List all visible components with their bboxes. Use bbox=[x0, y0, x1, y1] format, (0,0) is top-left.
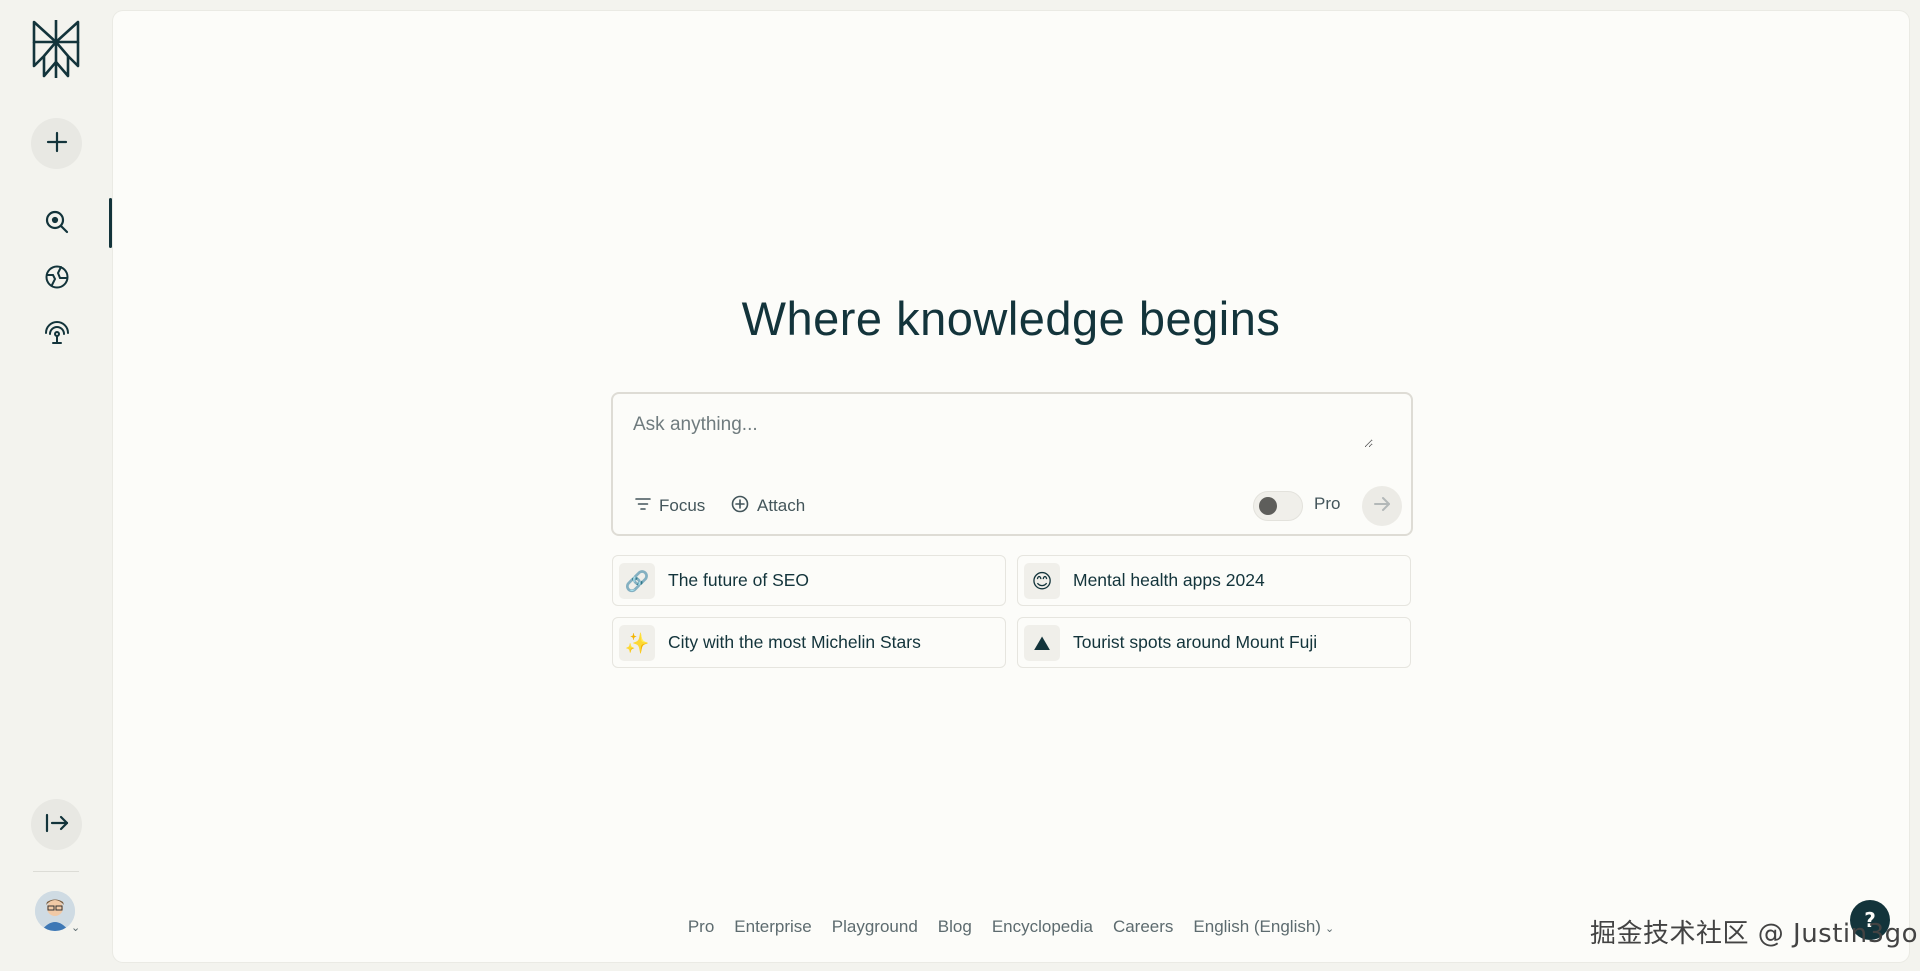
pro-toggle[interactable] bbox=[1253, 491, 1303, 521]
sidebar-item-discover[interactable] bbox=[36, 258, 77, 299]
mountain-icon: ⛰ bbox=[1024, 624, 1060, 661]
attach-button[interactable]: Attach bbox=[731, 492, 805, 520]
main-panel: Where knowledge begins Focus Attach Pro … bbox=[113, 11, 1909, 962]
chevron-down-icon: ⌄ bbox=[1324, 923, 1335, 935]
smile-icon: 😊 bbox=[1024, 562, 1060, 599]
footer-link-careers[interactable]: Careers bbox=[1113, 917, 1173, 941]
footer-link-enterprise[interactable]: Enterprise bbox=[734, 917, 811, 941]
language-label: English (English) bbox=[1193, 917, 1321, 936]
chevron-down-icon[interactable]: ⌄ bbox=[71, 921, 80, 934]
focus-button[interactable]: Focus bbox=[635, 492, 705, 520]
ask-box: Focus Attach Pro bbox=[611, 392, 1413, 536]
submit-button[interactable] bbox=[1362, 486, 1402, 526]
suggestion-item[interactable]: ✨ City with the most Michelin Stars bbox=[612, 617, 1006, 668]
sparkle-icon: ✨ bbox=[619, 624, 655, 661]
filter-icon bbox=[635, 496, 651, 516]
page-title: Where knowledge begins bbox=[741, 292, 1281, 345]
expand-sidebar-button[interactable] bbox=[31, 799, 82, 850]
suggestion-label: Tourist spots around Mount Fuji bbox=[1073, 632, 1318, 652]
footer-link-playground[interactable]: Playground bbox=[832, 917, 918, 941]
focus-label: Focus bbox=[659, 496, 706, 515]
attach-label: Attach bbox=[757, 496, 806, 515]
pro-label: Pro bbox=[1314, 494, 1341, 513]
language-selector[interactable]: English (English) ⌄ bbox=[1193, 917, 1334, 941]
footer-link-encyclopedia[interactable]: Encyclopedia bbox=[992, 917, 1093, 941]
pro-toggle-knob bbox=[1259, 497, 1277, 515]
link-icon: 🔗 bbox=[619, 562, 655, 599]
active-nav-indicator bbox=[109, 198, 112, 248]
suggestion-item[interactable]: 😊 Mental health apps 2024 bbox=[1017, 555, 1411, 606]
expand-sidebar-icon bbox=[44, 812, 70, 838]
user-avatar[interactable] bbox=[35, 891, 75, 931]
new-thread-button[interactable] bbox=[31, 118, 82, 169]
watermark: 掘金技术社区 @ Justin3go bbox=[1590, 919, 1919, 949]
broadcast-icon bbox=[43, 319, 71, 349]
sidebar-item-spaces[interactable] bbox=[36, 313, 77, 354]
sidebar-item-home[interactable] bbox=[36, 203, 77, 244]
suggestion-label: Mental health apps 2024 bbox=[1073, 570, 1265, 590]
plus-icon bbox=[45, 130, 69, 158]
suggestion-label: The future of SEO bbox=[668, 570, 810, 590]
sidebar: ⌄ bbox=[0, 0, 112, 971]
footer-link-blog[interactable]: Blog bbox=[938, 917, 972, 941]
suggestion-label: City with the most Michelin Stars bbox=[668, 632, 921, 652]
footer-link-pro[interactable]: Pro bbox=[688, 917, 714, 941]
ask-input[interactable] bbox=[633, 414, 1373, 448]
suggestion-item[interactable]: ⛰ Tourist spots around Mount Fuji bbox=[1017, 617, 1411, 668]
sidebar-divider bbox=[33, 871, 79, 872]
perplexity-logo-icon[interactable] bbox=[28, 18, 84, 80]
search-icon bbox=[44, 209, 70, 239]
arrow-right-icon bbox=[1373, 496, 1391, 516]
add-circle-icon bbox=[731, 495, 749, 518]
suggestion-item[interactable]: 🔗 The future of SEO bbox=[612, 555, 1006, 606]
globe-icon bbox=[44, 264, 70, 294]
